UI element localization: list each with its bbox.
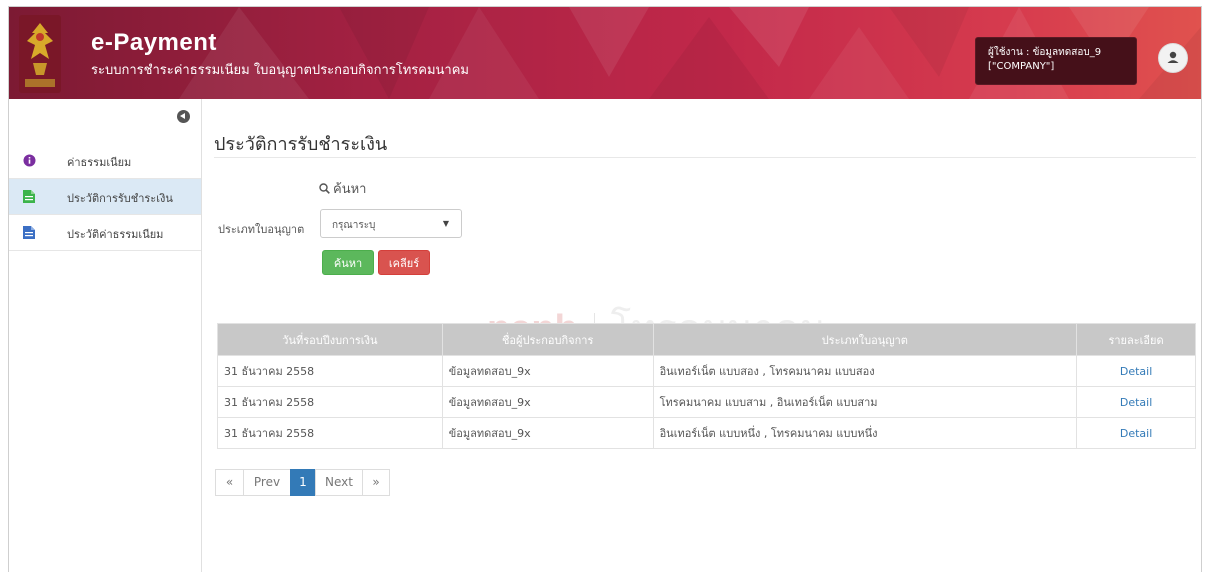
cell-date: 31 ธันวาคม 2558	[217, 386, 443, 418]
page-1-button[interactable]: 1	[290, 469, 316, 496]
user-icon	[1167, 51, 1179, 63]
cell-operator: ข้อมูลทดสอบ_9x	[441, 417, 654, 449]
cell-operator: ข้อมูลทดสอบ_9x	[441, 355, 654, 387]
app-window: e-Payment ระบบการชำระค่าธรรมเนียม ใบอนุญ…	[8, 6, 1202, 572]
user-name: ผู้ใช้งาน : ข้อมูลทดสอบ_9	[988, 47, 1102, 58]
search-icon	[319, 183, 330, 194]
table-row: 31 ธันวาคม 2558 ข้อมูลทดสอบ_9x โทรคมนาคม…	[217, 386, 1196, 418]
garuda-logo	[19, 15, 61, 93]
license-type-select[interactable]: กรุณาระบุ ▼	[320, 209, 462, 238]
sidebar-item-label: ประวัติการรับชำระเงิน	[67, 192, 173, 205]
title-divider	[214, 157, 1196, 158]
cell-license-type: โทรคมนาคม แบบสาม , อินเทอร์เน็ต แบบสาม	[652, 386, 1078, 418]
sidebar-item-payment-history[interactable]: ประวัติการรับชำระเงิน	[9, 179, 201, 215]
search-button[interactable]: ค้นหา	[322, 250, 374, 275]
cell-license-type: อินเทอร์เน็ต แบบหนึ่ง , โทรคมนาคม แบบหนึ…	[652, 417, 1078, 449]
search-heading-text: ค้นหา	[333, 182, 367, 197]
column-header-operator[interactable]: ชื่อผู้ประกอบกิจการ	[441, 323, 654, 356]
sidebar-item-fees[interactable]: ค่าธรรมเนียม	[9, 143, 201, 179]
user-info-box[interactable]: ผู้ใช้งาน : ข้อมูลทดสอบ_9 ["COMPANY"]	[975, 37, 1137, 85]
document-icon	[23, 190, 35, 203]
app-subtitle: ระบบการชำระค่าธรรมเนียม ใบอนุญาตประกอบกิ…	[91, 63, 469, 78]
sidebar-collapse-icon[interactable]	[177, 110, 190, 123]
table-header-row: วันที่รอบปีงบการเงิน ชื่อผู้ประกอบกิจการ…	[217, 323, 1196, 356]
sidebar-item-label: ประวัติค่าธรรมเนียม	[67, 228, 164, 241]
detail-link[interactable]: Detail	[1076, 355, 1196, 387]
last-page-button[interactable]: »	[362, 469, 390, 496]
cell-date: 31 ธันวาคม 2558	[217, 355, 443, 387]
sidebar-item-label: ค่าธรรมเนียม	[67, 156, 132, 169]
caret-down-icon: ▼	[442, 219, 449, 228]
cell-date: 31 ธันวาคม 2558	[217, 417, 443, 449]
search-heading: ค้นหา	[319, 178, 366, 199]
info-circle-icon	[23, 154, 36, 167]
table-row: 31 ธันวาคม 2558 ข้อมูลทดสอบ_9x อินเทอร์เ…	[217, 417, 1196, 449]
sidebar-item-fee-history[interactable]: ประวัติค่าธรรมเนียม	[9, 215, 201, 251]
next-page-button[interactable]: Next	[315, 469, 363, 496]
page-title: ประวัติการรับชำระเงิน	[214, 134, 388, 155]
pagination: « Prev 1 Next »	[215, 469, 390, 496]
app-title: e-Payment	[91, 29, 217, 56]
column-header-date[interactable]: วันที่รอบปีงบการเงิน	[217, 323, 443, 356]
detail-link[interactable]: Detail	[1076, 417, 1196, 449]
header-banner: e-Payment ระบบการชำระค่าธรรมเนียม ใบอนุญ…	[9, 7, 1201, 99]
column-header-detail[interactable]: รายละเอียด	[1076, 323, 1196, 356]
user-avatar[interactable]	[1158, 43, 1188, 73]
cell-license-type: อินเทอร์เน็ต แบบสอง , โทรคมนาคม แบบสอง	[652, 355, 1078, 387]
document-icon	[23, 226, 35, 239]
detail-link[interactable]: Detail	[1076, 386, 1196, 418]
select-value: กรุณาระบุ	[332, 220, 376, 231]
first-page-button[interactable]: «	[215, 469, 244, 496]
sidebar: ค่าธรรมเนียม ประวัติการรับชำระเงิน ประวั…	[9, 99, 202, 572]
column-header-license-type[interactable]: ประเภทใบอนุญาต	[652, 323, 1078, 356]
clear-button[interactable]: เคลียร์	[378, 250, 430, 275]
prev-page-button[interactable]: Prev	[243, 469, 291, 496]
cell-operator: ข้อมูลทดสอบ_9x	[441, 386, 654, 418]
license-type-label: ประเภทใบอนุญาต	[218, 223, 305, 236]
table-row: 31 ธันวาคม 2558 ข้อมูลทดสอบ_9x อินเทอร์เ…	[217, 355, 1196, 387]
payment-history-table: วันที่รอบปีงบการเงิน ชื่อผู้ประกอบกิจการ…	[217, 323, 1196, 449]
user-role: ["COMPANY"]	[988, 61, 1055, 72]
